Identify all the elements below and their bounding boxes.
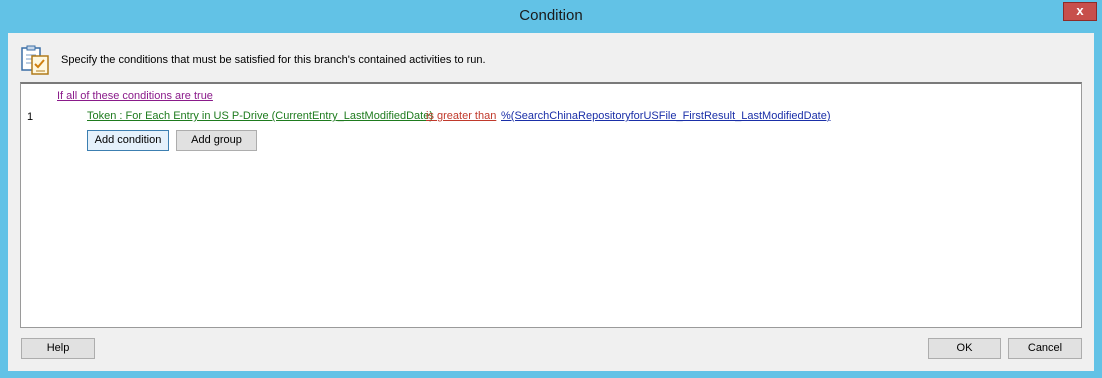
close-button[interactable]: x bbox=[1063, 2, 1097, 21]
close-icon: x bbox=[1076, 3, 1084, 18]
condition-token-link[interactable]: Token : For Each Entry in US P-Drive (Cu… bbox=[87, 110, 433, 122]
title-bar: Condition x bbox=[0, 0, 1102, 33]
group-operator-link[interactable]: If all of these conditions are true bbox=[57, 90, 213, 102]
add-condition-button[interactable]: Add condition bbox=[87, 130, 169, 151]
ok-button[interactable]: OK bbox=[928, 338, 1001, 359]
condition-value-link[interactable]: %(SearchChinaRepositoryforUSFile_FirstRe… bbox=[501, 110, 831, 122]
add-group-button[interactable]: Add group bbox=[176, 130, 257, 151]
condition-index: 1 bbox=[27, 111, 34, 123]
cancel-button[interactable]: Cancel bbox=[1008, 338, 1082, 359]
condition-operator-link[interactable]: is greater than bbox=[426, 110, 496, 122]
window-title: Condition bbox=[519, 7, 583, 24]
condition-editor: If all of these conditions are true 1 To… bbox=[20, 82, 1082, 328]
dialog-body: Specify the conditions that must be sati… bbox=[8, 33, 1094, 371]
instructions-text: Specify the conditions that must be sati… bbox=[61, 54, 486, 66]
help-button[interactable]: Help bbox=[21, 338, 95, 359]
checklist-icon bbox=[21, 45, 49, 75]
